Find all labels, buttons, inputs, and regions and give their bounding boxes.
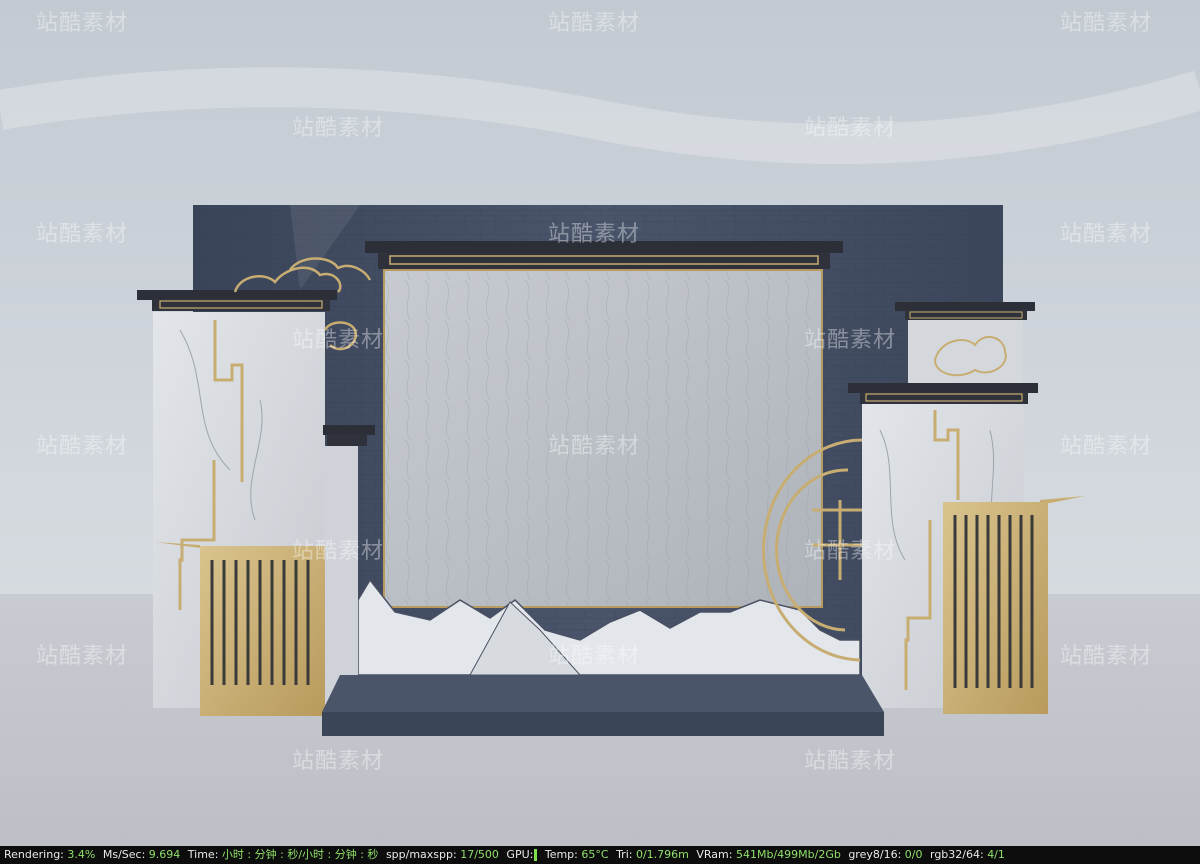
render-scene bbox=[0, 0, 1200, 846]
temp-value: 65°C bbox=[581, 848, 609, 861]
grey-label: grey8/16: bbox=[848, 848, 902, 861]
temp-label: Temp: bbox=[544, 848, 578, 861]
time-label: Time: bbox=[187, 848, 219, 861]
render-status-bar: Rendering: 3.4% Ms/Sec: 9.694 Time: 小时 :… bbox=[0, 846, 1200, 864]
tri-label: Tri: bbox=[616, 848, 633, 861]
rgb-value: 4/1 bbox=[987, 848, 1005, 861]
left-cornice bbox=[137, 290, 337, 300]
ms-per-sec-value: 9.694 bbox=[148, 848, 181, 861]
spp-value: 17/500 bbox=[460, 848, 499, 861]
center-cornice bbox=[365, 241, 843, 253]
render-viewport[interactable]: 站酷素材 站酷素材 站酷素材 站酷素材 站酷素材 站酷素材 站酷素材 站酷素材 … bbox=[0, 0, 1200, 846]
vram-label: VRam: bbox=[696, 848, 733, 861]
ms-per-sec-label: Ms/Sec: bbox=[102, 848, 146, 861]
vram-value: 541Mb/499Mb/2Gb bbox=[735, 848, 841, 861]
time-value: 小时 : 分钟 : 秒/小时 : 分钟 : 秒 bbox=[221, 848, 379, 861]
rgb-label: rgb32/64: bbox=[929, 848, 984, 861]
rendering-label: Rendering: bbox=[4, 848, 64, 861]
stage-top bbox=[322, 675, 884, 712]
right-upper-cornice bbox=[895, 302, 1035, 311]
right-lower-cornice bbox=[848, 383, 1038, 393]
rendering-progress: 3.4% bbox=[67, 848, 96, 861]
gpu-label: GPU: bbox=[506, 848, 534, 861]
tri-value: 0/1.796m bbox=[635, 848, 689, 861]
spp-label: spp/maxspp: bbox=[385, 848, 457, 861]
grey-value: 0/0 bbox=[904, 848, 923, 861]
gpu-usage-bar bbox=[534, 849, 538, 861]
